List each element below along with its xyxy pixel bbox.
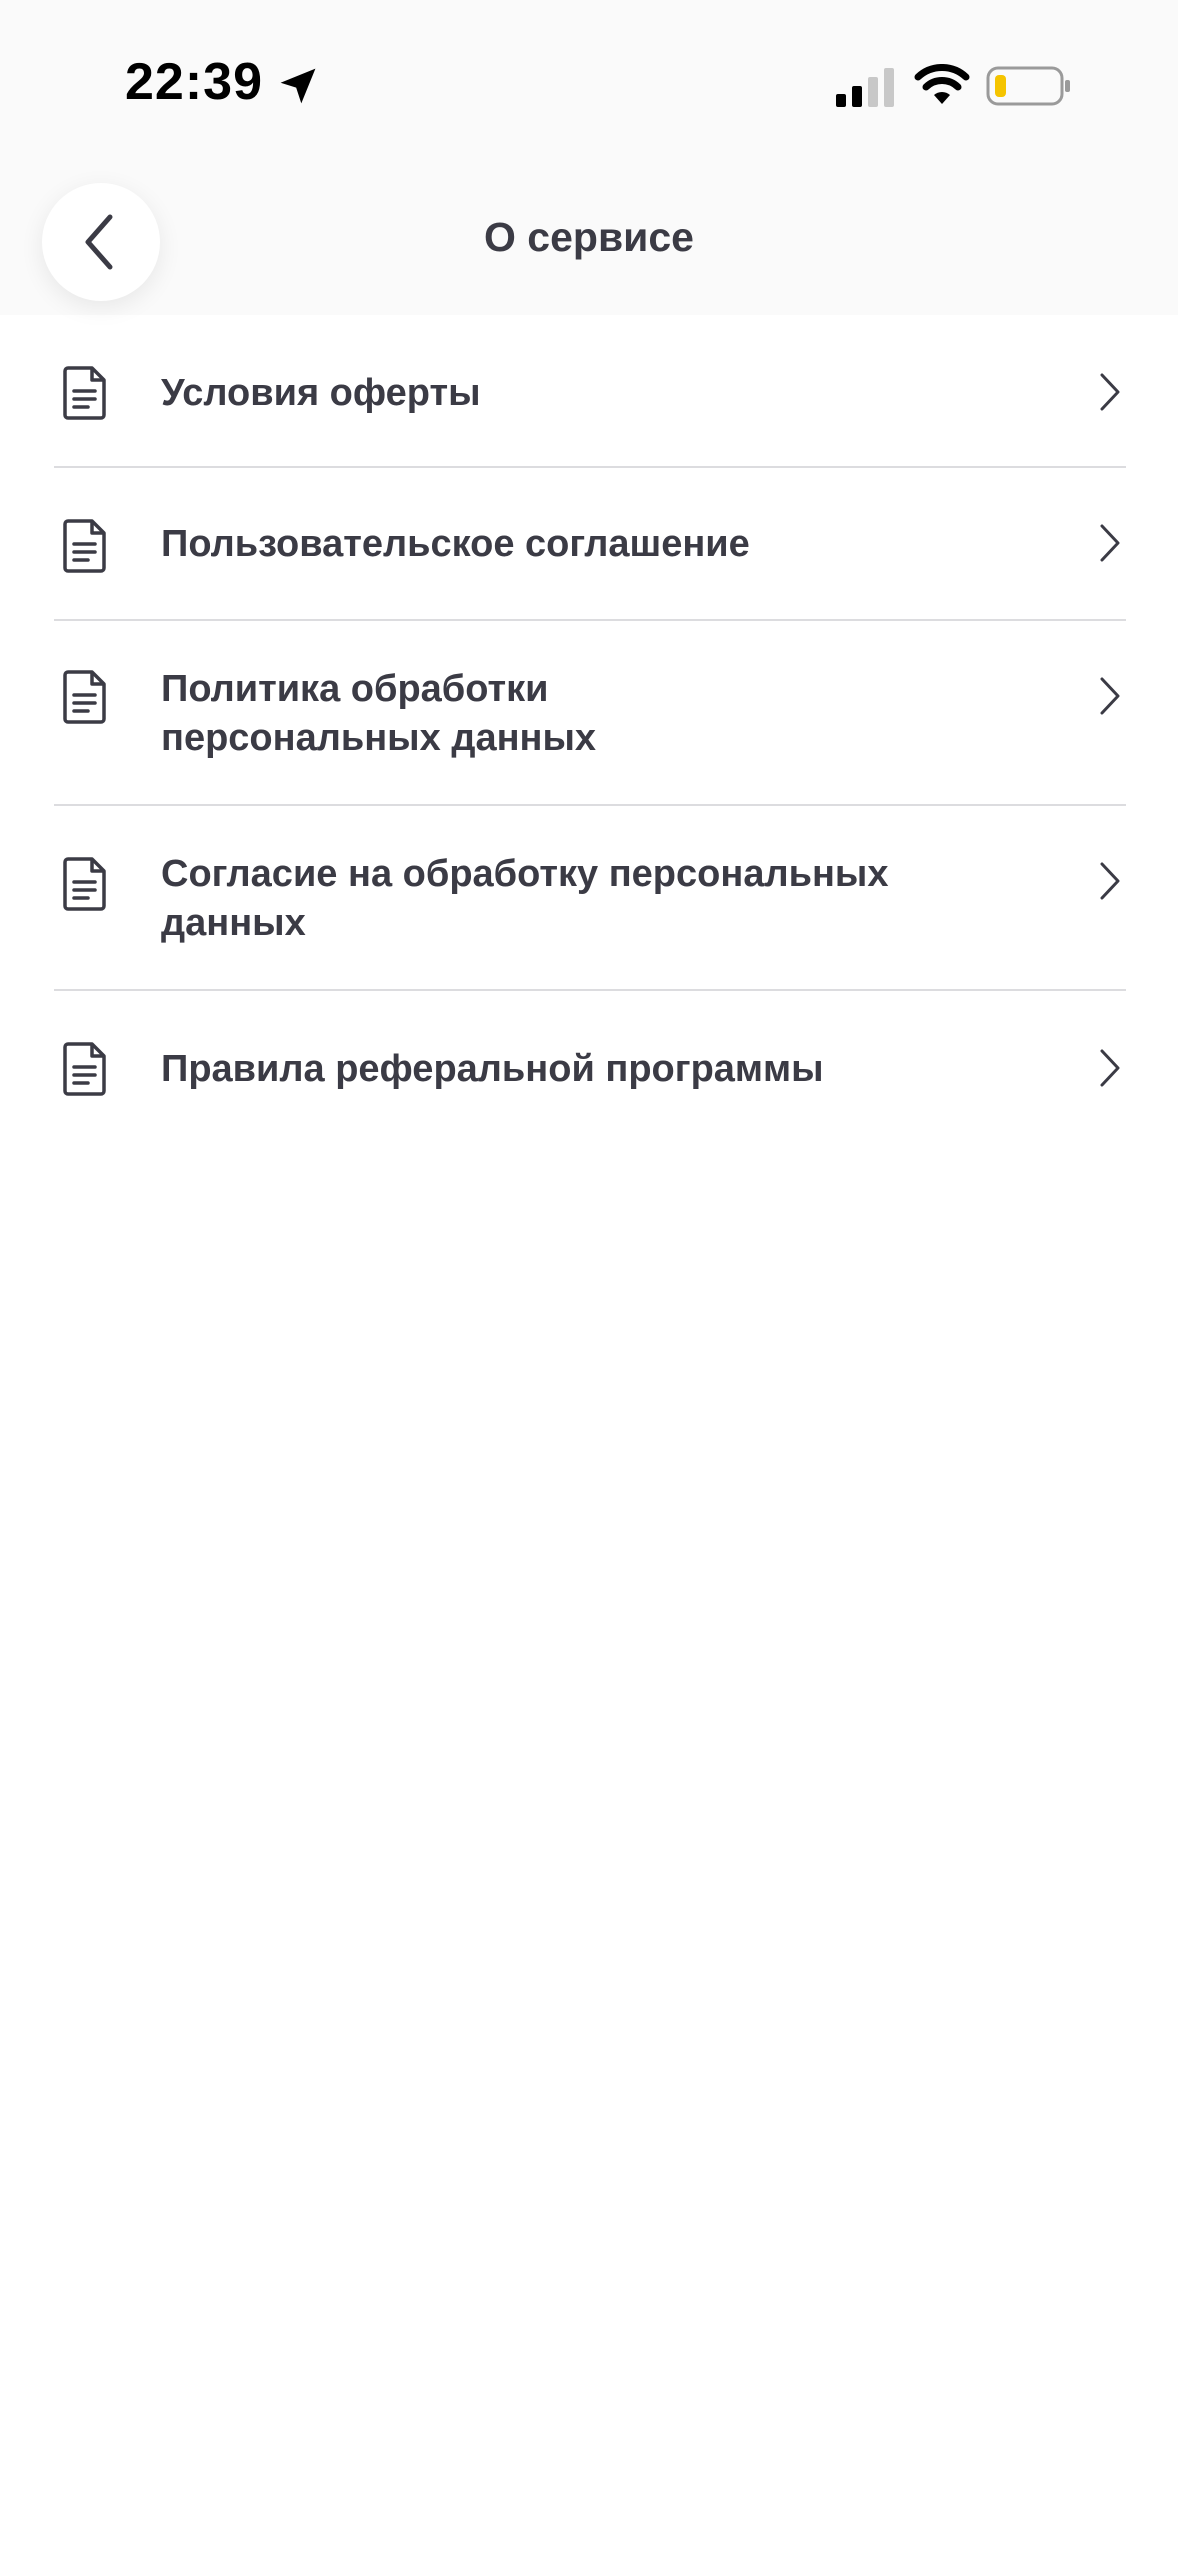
chevron-right-icon bbox=[1100, 524, 1120, 562]
menu-item-offer-terms[interactable]: Условия оферты bbox=[54, 315, 1126, 468]
document-icon bbox=[63, 366, 106, 420]
chevron-right-icon bbox=[1100, 677, 1120, 715]
menu-item-referral-rules[interactable]: Правила реферальной программы bbox=[54, 991, 1126, 1141]
menu-list: Условия оферты Пользовательское соглашен… bbox=[54, 315, 1126, 1141]
menu-item-label: Согласие на обработку персональных данны… bbox=[161, 853, 889, 944]
chevron-right-icon bbox=[1100, 1049, 1120, 1087]
menu-item-label: Пользовательское соглашение bbox=[161, 523, 750, 565]
chevron-right-icon bbox=[1100, 373, 1120, 411]
status-time: 22:39 bbox=[125, 53, 263, 111]
cellular-signal-icon bbox=[836, 68, 894, 107]
menu-item-label: Условия оферты bbox=[161, 372, 481, 414]
menu-item-privacy-policy[interactable]: Политика обработки персональных данных bbox=[54, 621, 1126, 806]
screen: 22:39 О сервисе Условия оферты Пользоват… bbox=[0, 0, 1178, 2560]
battery-low-icon bbox=[986, 66, 1070, 106]
chevron-right-icon bbox=[1100, 862, 1120, 900]
document-icon bbox=[63, 857, 106, 911]
menu-item-label: Политика обработки персональных данных bbox=[161, 668, 597, 759]
page-title: О сервисе bbox=[484, 214, 694, 260]
wifi-icon bbox=[914, 64, 970, 104]
menu-item-user-agreement[interactable]: Пользовательское соглашение bbox=[54, 468, 1126, 621]
menu-item-label: Правила реферальной программы bbox=[161, 1048, 824, 1090]
menu-item-data-processing-consent[interactable]: Согласие на обработку персональных данны… bbox=[54, 806, 1126, 991]
document-icon bbox=[63, 670, 106, 724]
document-icon bbox=[63, 1042, 106, 1096]
document-icon bbox=[63, 519, 106, 573]
location-arrow-icon bbox=[280, 68, 316, 104]
